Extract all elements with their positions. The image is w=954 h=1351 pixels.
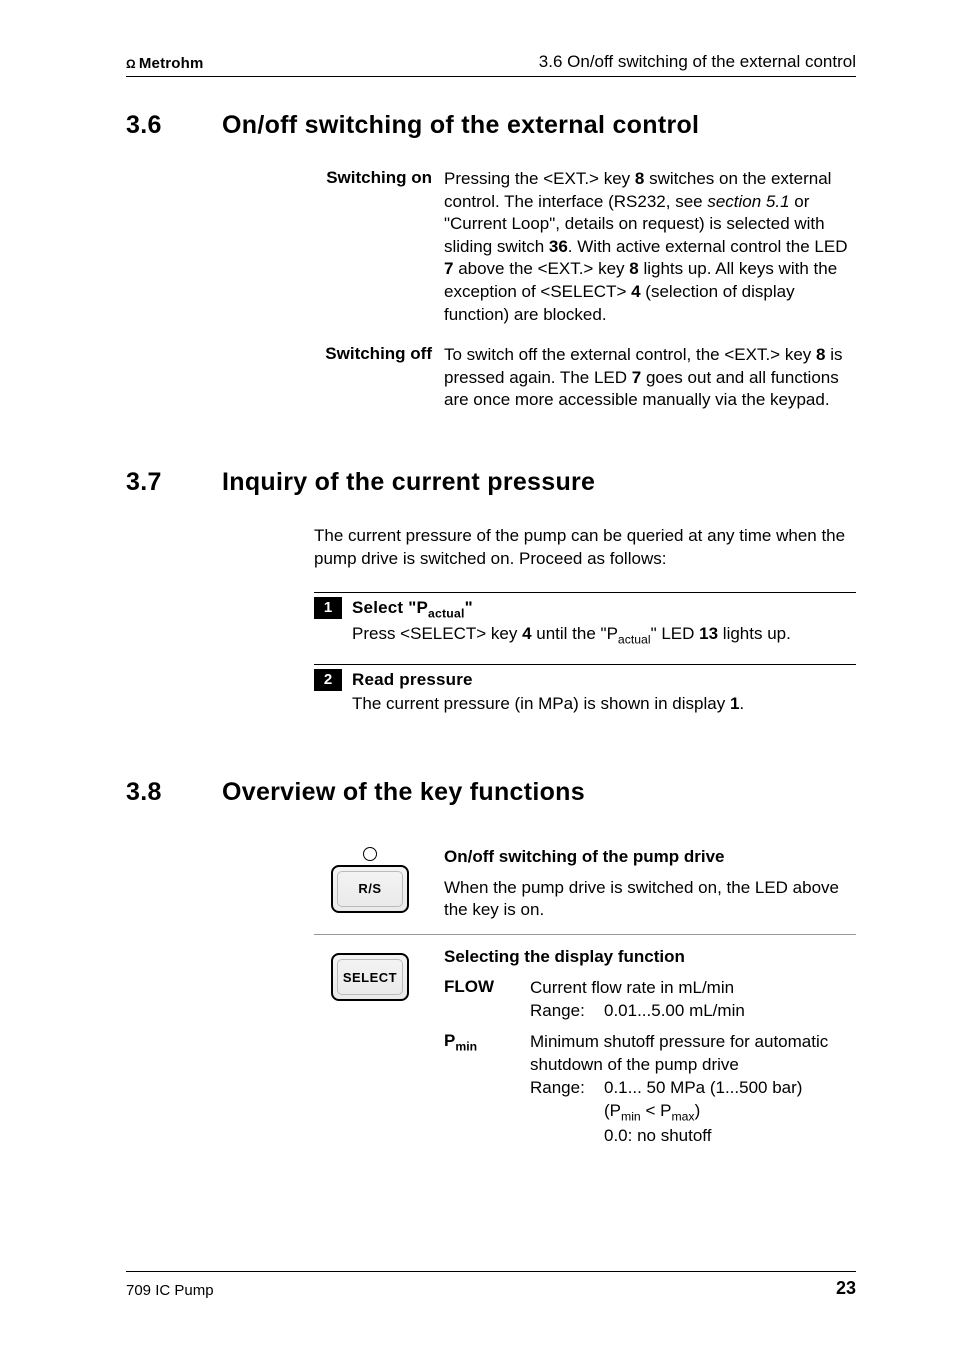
key-graphic: R/S [314,847,426,923]
param-body: Current flow rate in mL/min Range: 0.01.… [530,977,856,1023]
step-body: The current pressure (in MPa) is shown i… [352,691,856,722]
section-title: 3.6 On/off switching of the external con… [126,111,856,140]
range-value: 0.01...5.00 mL/min [604,1000,856,1023]
section-number: 3.7 [126,468,222,497]
range-label: Range: [530,1077,604,1148]
param-flow: FLOW Current flow rate in mL/min Range: … [444,977,856,1023]
header-breadcrumb: 3.6 On/off switching of the external con… [539,52,856,72]
select-key-icon: SELECT [331,953,409,1001]
section-heading: On/off switching of the external control [222,111,856,140]
section-3-8: 3.8 Overview of the key functions R/S On… [126,778,856,1168]
param-body: Minimum shutoff pressure for automatic s… [530,1031,856,1148]
section-heading: Inquiry of the current pressure [222,468,856,497]
definition-term: Switching off [314,344,444,412]
step-title: Read pressure [352,669,473,690]
step-number: 1 [314,597,342,619]
led-indicator-icon [363,847,377,861]
footer-product: 709 IC Pump [126,1282,214,1299]
section-3-7: 3.7 Inquiry of the current pressure The … [126,468,856,721]
param-pmin: Pmin Minimum shutoff pressure for automa… [444,1031,856,1148]
section-heading: Overview of the key functions [222,778,856,807]
section-title: 3.8 Overview of the key functions [126,778,856,807]
key-description: On/off switching of the pump drive When … [444,847,856,923]
key-desc-title: Selecting the display function [444,947,856,967]
key-description: Selecting the display function FLOW Curr… [444,947,856,1156]
definition-text: To switch off the external control, the … [444,344,856,412]
brand-name: Metrohm [139,55,204,72]
step-title: Select "Pactual" [352,597,473,620]
key-row-rs: R/S On/off switching of the pump drive W… [314,835,856,935]
key-label: SELECT [343,970,397,985]
section-intro: The current pressure of the pump can be … [126,525,856,570]
key-desc-body: When the pump drive is switched on, the … [444,877,856,923]
definition-term: Switching on [314,168,444,326]
intro-text: The current pressure of the pump can be … [314,525,856,570]
section-number: 3.6 [126,111,222,140]
range-label: Range: [530,1000,604,1023]
key-label: R/S [358,881,381,896]
page-number: 23 [836,1278,856,1299]
section-3-6: 3.6 On/off switching of the external con… [126,111,856,412]
page-footer: 709 IC Pump 23 [126,1271,856,1299]
range-value: 0.1... 50 MPa (1...500 bar) (Pmin < Pmax… [604,1077,856,1148]
param-desc: Minimum shutoff pressure for automatic s… [530,1031,856,1077]
section-number: 3.8 [126,778,222,807]
step-2: 2 Read pressure The current pressure (in… [314,664,856,722]
rs-key-icon: R/S [331,865,409,913]
param-label: FLOW [444,977,530,1023]
brand-icon: Ω [126,57,136,71]
key-desc-title: On/off switching of the pump drive [444,847,856,867]
step-1: 1 Select "Pactual" Press <SELECT> key 4 … [314,592,856,653]
definition-row: Switching on Pressing the <EXT.> key 8 s… [126,168,856,326]
page-header: Ω Metrohm 3.6 On/off switching of the ex… [126,52,856,77]
step-body: Press <SELECT> key 4 until the "Pactual"… [352,621,856,654]
key-graphic: SELECT [314,947,426,1156]
key-row-select: SELECT Selecting the display function FL… [314,934,856,1168]
step-number: 2 [314,669,342,691]
section-title: 3.7 Inquiry of the current pressure [126,468,856,497]
brand-logo: Ω Metrohm [126,55,204,72]
definition-row: Switching off To switch off the external… [126,344,856,412]
param-desc: Current flow rate in mL/min [530,977,856,1000]
definition-text: Pressing the <EXT.> key 8 switches on th… [444,168,856,326]
param-label: Pmin [444,1031,530,1148]
